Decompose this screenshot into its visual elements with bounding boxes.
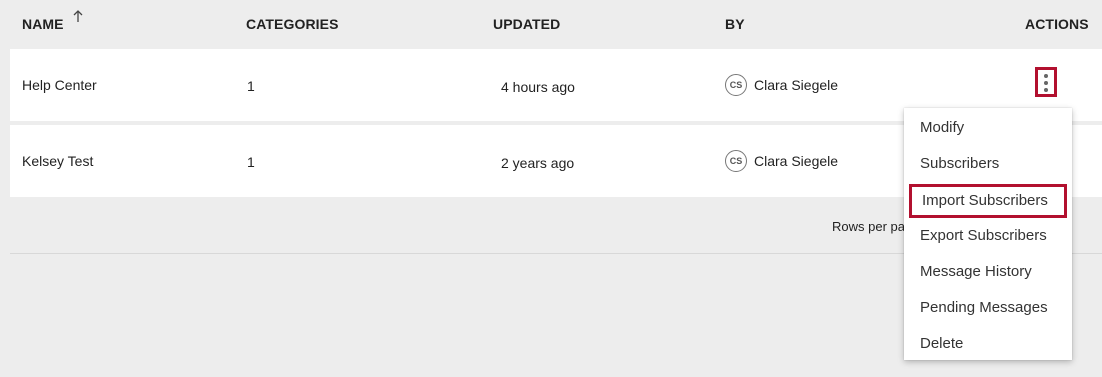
menu-item-delete[interactable]: Delete <box>904 326 1072 362</box>
kebab-dot <box>1044 81 1048 85</box>
row-actions-button[interactable] <box>1035 67 1057 97</box>
column-header-name[interactable]: NAME <box>22 16 64 32</box>
row-by-name: Clara Siegele <box>754 77 839 93</box>
row-updated: 2 years ago <box>501 155 575 171</box>
row-name[interactable]: Help Center <box>22 77 97 93</box>
menu-item-pending-messages[interactable]: Pending Messages <box>904 290 1072 326</box>
row-categories: 1 <box>247 154 255 170</box>
row-name[interactable]: Kelsey Test <box>22 153 93 169</box>
menu-item-modify[interactable]: Modify <box>904 110 1072 146</box>
actions-menu: Modify Subscribers Import Subscribers Ex… <box>904 108 1072 360</box>
column-header-actions: ACTIONS <box>1025 16 1089 32</box>
kebab-vertical-icon <box>1044 74 1048 78</box>
arrow-up-icon[interactable] <box>72 9 84 23</box>
avatar: CS <box>725 150 747 172</box>
row-updated: 4 hours ago <box>501 79 575 95</box>
rows-per-page-label: Rows per pa <box>832 219 905 234</box>
kebab-dot <box>1044 88 1048 92</box>
table-header: NAME CATEGORIES UPDATED BY ACTIONS <box>0 0 1102 48</box>
menu-item-subscribers[interactable]: Subscribers <box>904 146 1072 182</box>
avatar: CS <box>725 74 747 96</box>
column-header-updated[interactable]: UPDATED <box>493 16 560 32</box>
menu-item-export-subscribers[interactable]: Export Subscribers <box>904 218 1072 254</box>
row-categories: 1 <box>247 78 255 94</box>
menu-item-import-subscribers[interactable]: Import Subscribers <box>909 184 1067 218</box>
column-header-categories[interactable]: CATEGORIES <box>246 16 339 32</box>
row-by-name: Clara Siegele <box>754 153 839 169</box>
menu-item-message-history[interactable]: Message History <box>904 254 1072 290</box>
column-header-by[interactable]: BY <box>725 16 745 32</box>
